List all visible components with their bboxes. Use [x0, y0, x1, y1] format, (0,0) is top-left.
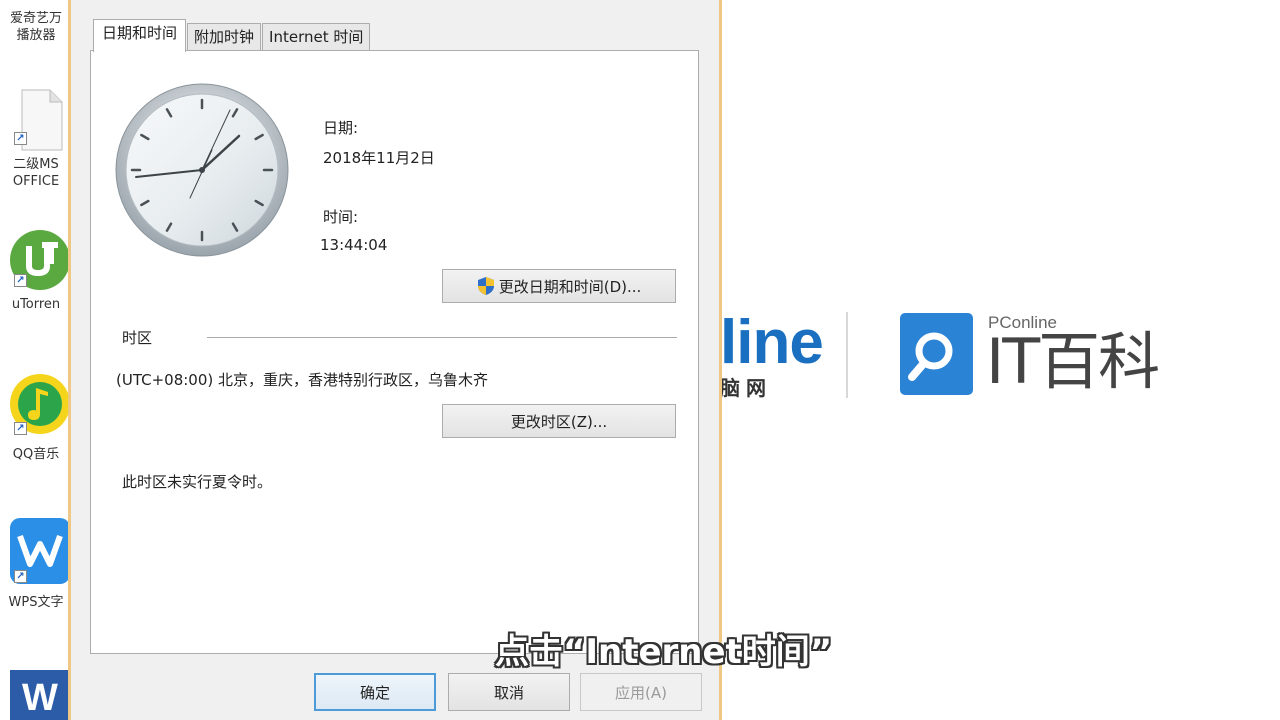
shortcut-arrow-icon: ↗ [14, 132, 27, 145]
date-label: 日期: [323, 119, 359, 137]
desktop-icon-label: 爱奇艺万 [9, 11, 62, 26]
analog-clock-icon [115, 83, 289, 257]
it-baike-title: IT百科 [986, 325, 1160, 398]
time-value: 13:44:04 [320, 236, 388, 254]
apply-button[interactable]: 应用(A) [580, 673, 702, 711]
time-label: 时间: [323, 208, 359, 226]
desktop-icon-word[interactable]: W [0, 664, 72, 720]
timezone-separator [207, 337, 677, 338]
date-time-dialog: 日期和时间 附加时钟 Internet 时间 日期: 2018年11月2日 时间… [68, 0, 722, 720]
dst-note: 此时区未实行夏令时。 [122, 473, 273, 491]
date-value: 2018年11月2日 [323, 149, 435, 167]
shortcut-arrow-icon: ↗ [14, 570, 27, 583]
desktop-icon-wps[interactable]: ↗ WPS文字 [0, 518, 72, 611]
desktop-icon-office[interactable]: ↗ 二级MS OFFICE [0, 88, 72, 190]
pconline-logo-subtext: 脑网 [720, 376, 772, 400]
ok-button[interactable]: 确定 [314, 673, 436, 711]
pconline-logo: line 脑网 [720, 308, 824, 401]
change-date-time-label: 更改日期和时间(D)... [498, 277, 642, 296]
change-timezone-button[interactable]: 更改时区(Z)... [442, 404, 676, 438]
cancel-button-label: 取消 [493, 683, 524, 702]
desktop-icon-label: OFFICE [12, 174, 60, 189]
pconline-logo-text: line [720, 308, 824, 377]
desktop-icon-label: QQ音乐 [12, 447, 60, 462]
tab-panel: 日期: 2018年11月2日 时间: 13:44:04 更改日期和时间(D)..… [90, 50, 699, 654]
change-timezone-label: 更改时区(Z)... [510, 412, 608, 431]
word-icon: W [10, 670, 70, 720]
magnifier-icon [908, 332, 953, 381]
desktop-icon-utorrent[interactable]: ↗ uTorren [0, 228, 72, 313]
shortcut-arrow-icon: ↗ [14, 422, 27, 435]
ok-button-label: 确定 [359, 683, 390, 702]
change-date-time-button[interactable]: 更改日期和时间(D)... [442, 269, 676, 303]
desktop-icon-label: uTorren [11, 297, 61, 312]
tab-additional-clocks[interactable]: 附加时钟 [187, 23, 262, 51]
video-subtitle: 点击“Internet时间” [495, 632, 833, 672]
uac-shield-icon [477, 277, 494, 295]
timezone-heading: 时区 [122, 329, 153, 347]
desktop-icon-label: WPS文字 [8, 595, 64, 610]
logo-divider [846, 312, 848, 398]
cancel-button[interactable]: 取消 [448, 673, 570, 711]
desktop-icon-label: 二级MS [13, 157, 59, 172]
desktop-icon-iqiyi[interactable]: 爱奇艺万 播放器 [0, 0, 72, 44]
timezone-value: (UTC+08:00) 北京，重庆，香港特别行政区，乌鲁木齐 [116, 371, 489, 389]
it-baike-logo-mark [900, 313, 973, 395]
tab-strip: 日期和时间 附加时钟 Internet 时间 [93, 19, 371, 52]
apply-button-label: 应用(A) [615, 683, 667, 702]
shortcut-arrow-icon: ↗ [14, 274, 27, 287]
desktop-icon-label: 播放器 [16, 28, 56, 43]
tab-internet-time[interactable]: Internet 时间 [262, 23, 371, 51]
tab-date-and-time[interactable]: 日期和时间 [93, 19, 187, 52]
svg-text:W: W [22, 677, 58, 719]
desktop-icon-qqmusic[interactable]: ↗ QQ音乐 [0, 372, 72, 463]
